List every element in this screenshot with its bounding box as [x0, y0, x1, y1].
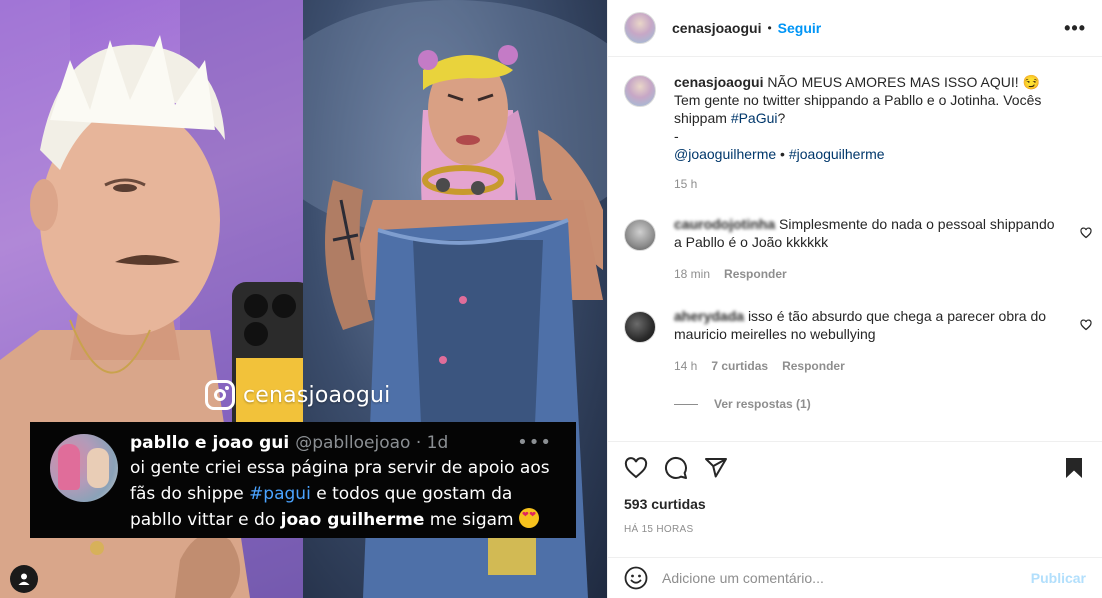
- more-icon: •••: [517, 432, 552, 453]
- watermark: cenasjoaogui: [205, 380, 390, 410]
- follow-button[interactable]: Seguir: [778, 20, 822, 36]
- comment-item: caurodojotinha Simplesmente do nada o pe…: [624, 215, 1092, 283]
- share-icon[interactable]: [704, 456, 728, 480]
- reply-button[interactable]: Responder: [724, 265, 787, 283]
- tweet-card: pabllo e joao gui @pablloejoao · 1d ••• …: [30, 422, 576, 538]
- caption-username[interactable]: cenasjoaogui: [674, 74, 763, 90]
- tweet-line: fãs do shippe: [130, 484, 250, 504]
- caption-text: Tem gente no twitter shippando a Pabllo …: [674, 92, 1042, 126]
- separator: •: [767, 21, 772, 35]
- publish-button[interactable]: Publicar: [1031, 570, 1086, 586]
- bookmark-icon[interactable]: [1062, 456, 1086, 480]
- comment-time: 18 min: [674, 267, 711, 281]
- post-header: cenasjoaogui • Seguir •••: [608, 0, 1102, 57]
- comment-username[interactable]: aherydada: [674, 308, 744, 324]
- tweet-hashtag: #pagui: [249, 484, 311, 504]
- heart-icon[interactable]: [1080, 227, 1092, 239]
- comment-input[interactable]: Adicione um comentário...: [662, 570, 1031, 586]
- reply-button[interactable]: Responder: [782, 357, 845, 375]
- tweet-line: me sigam: [424, 510, 519, 530]
- avatar[interactable]: [624, 219, 656, 251]
- caption: cenasjoaogui NÃO MEUS AMORES MAS ISSO AQ…: [624, 73, 1086, 191]
- watermark-text: cenasjoaogui: [243, 382, 391, 408]
- caption-hashtag[interactable]: #PaGui: [731, 110, 778, 126]
- tweet-avatar: [50, 434, 118, 502]
- tweet-handle: @pablloejoao · 1d: [295, 433, 449, 453]
- tweet-line: pabllo vittar e do: [130, 510, 281, 530]
- tagged-user-icon[interactable]: [10, 565, 38, 593]
- heart-icon[interactable]: [1080, 319, 1092, 331]
- header-username[interactable]: cenasjoaogui: [672, 20, 761, 36]
- post-media[interactable]: cenasjoaogui pabllo e joao gui @pablloej…: [0, 0, 607, 598]
- tweet-line: oi gente criei essa página pra servir de…: [130, 458, 550, 478]
- comments-list[interactable]: cenasjoaogui NÃO MEUS AMORES MAS ISSO AQ…: [608, 57, 1102, 441]
- emoji-icon[interactable]: [624, 566, 648, 590]
- avatar[interactable]: [624, 75, 656, 107]
- comment-username[interactable]: caurodojotinha: [674, 216, 775, 232]
- view-replies-label[interactable]: Ver respostas (1): [714, 397, 811, 411]
- heart-icon[interactable]: [624, 456, 648, 480]
- divider: [674, 403, 698, 405]
- view-replies-button[interactable]: Ver respostas (1): [674, 397, 1086, 411]
- more-options-icon[interactable]: •••: [1064, 18, 1086, 39]
- instagram-icon: [205, 380, 235, 410]
- comment-time: 14 h: [674, 359, 698, 373]
- add-comment-bar: Adicione um comentário... Publicar: [608, 557, 1102, 598]
- post-time: HÁ 15 HORAS: [624, 524, 694, 535]
- heart-eyes-icon: [519, 508, 539, 528]
- tweet-line: e todos que gostam da: [310, 484, 513, 504]
- tweet-text: oi gente criei essa página pra servir de…: [130, 455, 562, 533]
- caption-separator: •: [776, 146, 789, 162]
- comment-icon[interactable]: [664, 456, 688, 480]
- post-panel: cenasjoaogui • Seguir ••• cenasjoaogui N…: [607, 0, 1102, 598]
- post-actions: 593 curtidas HÁ 15 HORAS: [608, 441, 1102, 557]
- comment-item: aherydada isso é tão absurdo que chega a…: [624, 307, 1092, 375]
- avatar[interactable]: [624, 12, 656, 44]
- caption-text: -: [674, 128, 679, 144]
- caption-time: 15 h: [674, 177, 698, 191]
- tweet-name: pabllo e joao gui: [130, 433, 290, 453]
- likes-count[interactable]: 593 curtidas: [624, 496, 1086, 512]
- comment-likes[interactable]: 7 curtidas: [711, 357, 768, 375]
- caption-hashtag[interactable]: #joaoguilherme: [789, 146, 885, 162]
- caption-text: ?: [777, 110, 786, 126]
- caption-mention[interactable]: @joaoguilherme: [674, 146, 776, 162]
- caption-text: NÃO MEUS AMORES MAS ISSO AQUI! 😏: [767, 74, 1040, 90]
- tweet-bold: joao guilherme: [280, 510, 425, 530]
- avatar[interactable]: [624, 311, 656, 343]
